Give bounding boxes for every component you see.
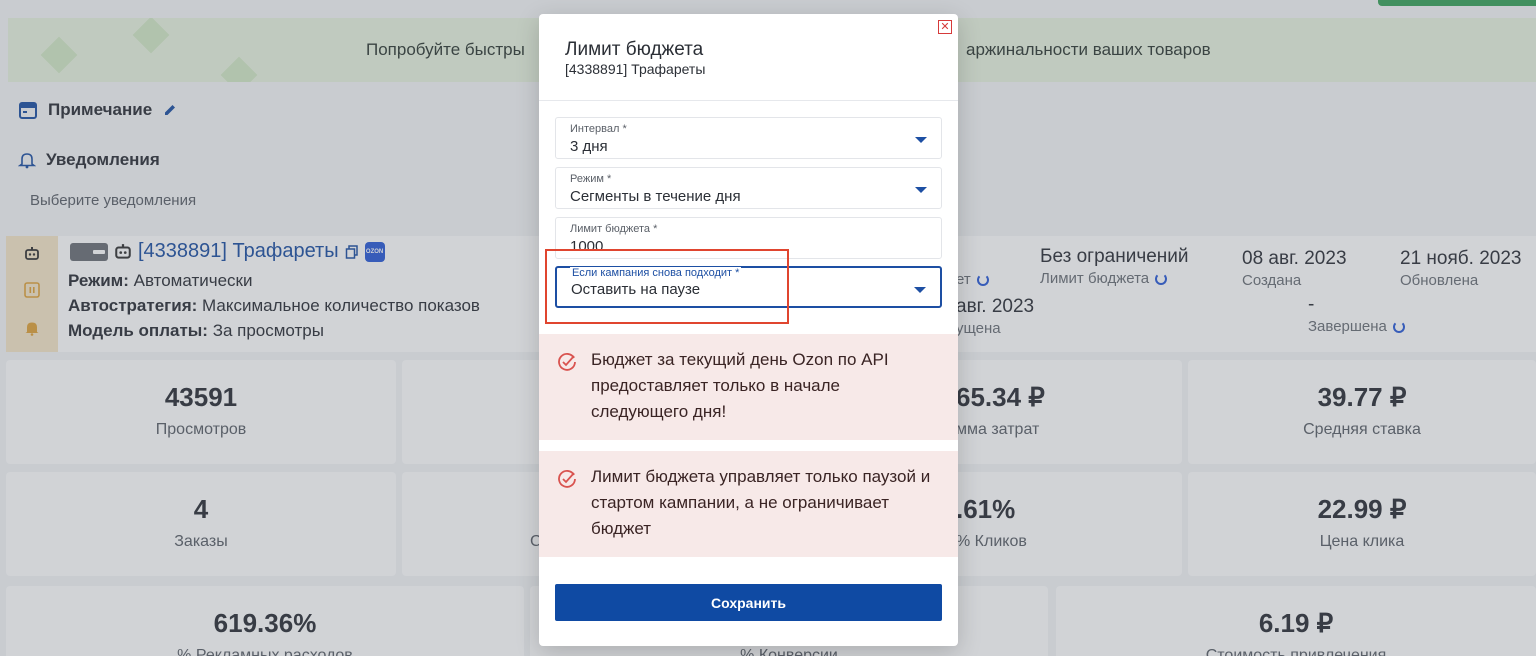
interval-label: Интервал * <box>570 123 627 135</box>
interval-select[interactable]: Интервал * 3 дня <box>555 117 942 159</box>
chevron-down-icon[interactable] <box>915 187 927 193</box>
divider <box>539 100 958 101</box>
budget-limit-dialog: ✕ Лимит бюджета [4338891] Трафареты Инте… <box>539 14 958 646</box>
info-alert: Бюджет за текущий день Ozon по API предо… <box>539 334 958 440</box>
chevron-down-icon[interactable] <box>914 287 926 293</box>
mode-label: Режим * <box>570 173 612 185</box>
budget-limit-field-label: Лимит бюджета * <box>570 223 658 235</box>
save-button[interactable]: Сохранить <box>555 584 942 621</box>
check-circle-icon <box>558 353 576 371</box>
mode-value: Сегменты в течение дня <box>570 188 741 205</box>
annotation-highlight-box <box>545 249 789 324</box>
dialog-title: Лимит бюджета <box>565 39 704 60</box>
alert-text: Лимит бюджета управляет только паузой и … <box>591 467 931 538</box>
interval-value: 3 дня <box>570 138 608 155</box>
check-circle-icon <box>558 470 576 488</box>
mode-select[interactable]: Режим * Сегменты в течение дня <box>555 167 942 209</box>
alert-text: Бюджет за текущий день Ozon по API предо… <box>591 350 889 421</box>
info-alert: Лимит бюджета управляет только паузой и … <box>539 451 958 557</box>
dialog-subtitle: [4338891] Трафареты <box>565 61 706 77</box>
chevron-down-icon[interactable] <box>915 137 927 143</box>
close-icon[interactable]: ✕ <box>938 20 952 34</box>
